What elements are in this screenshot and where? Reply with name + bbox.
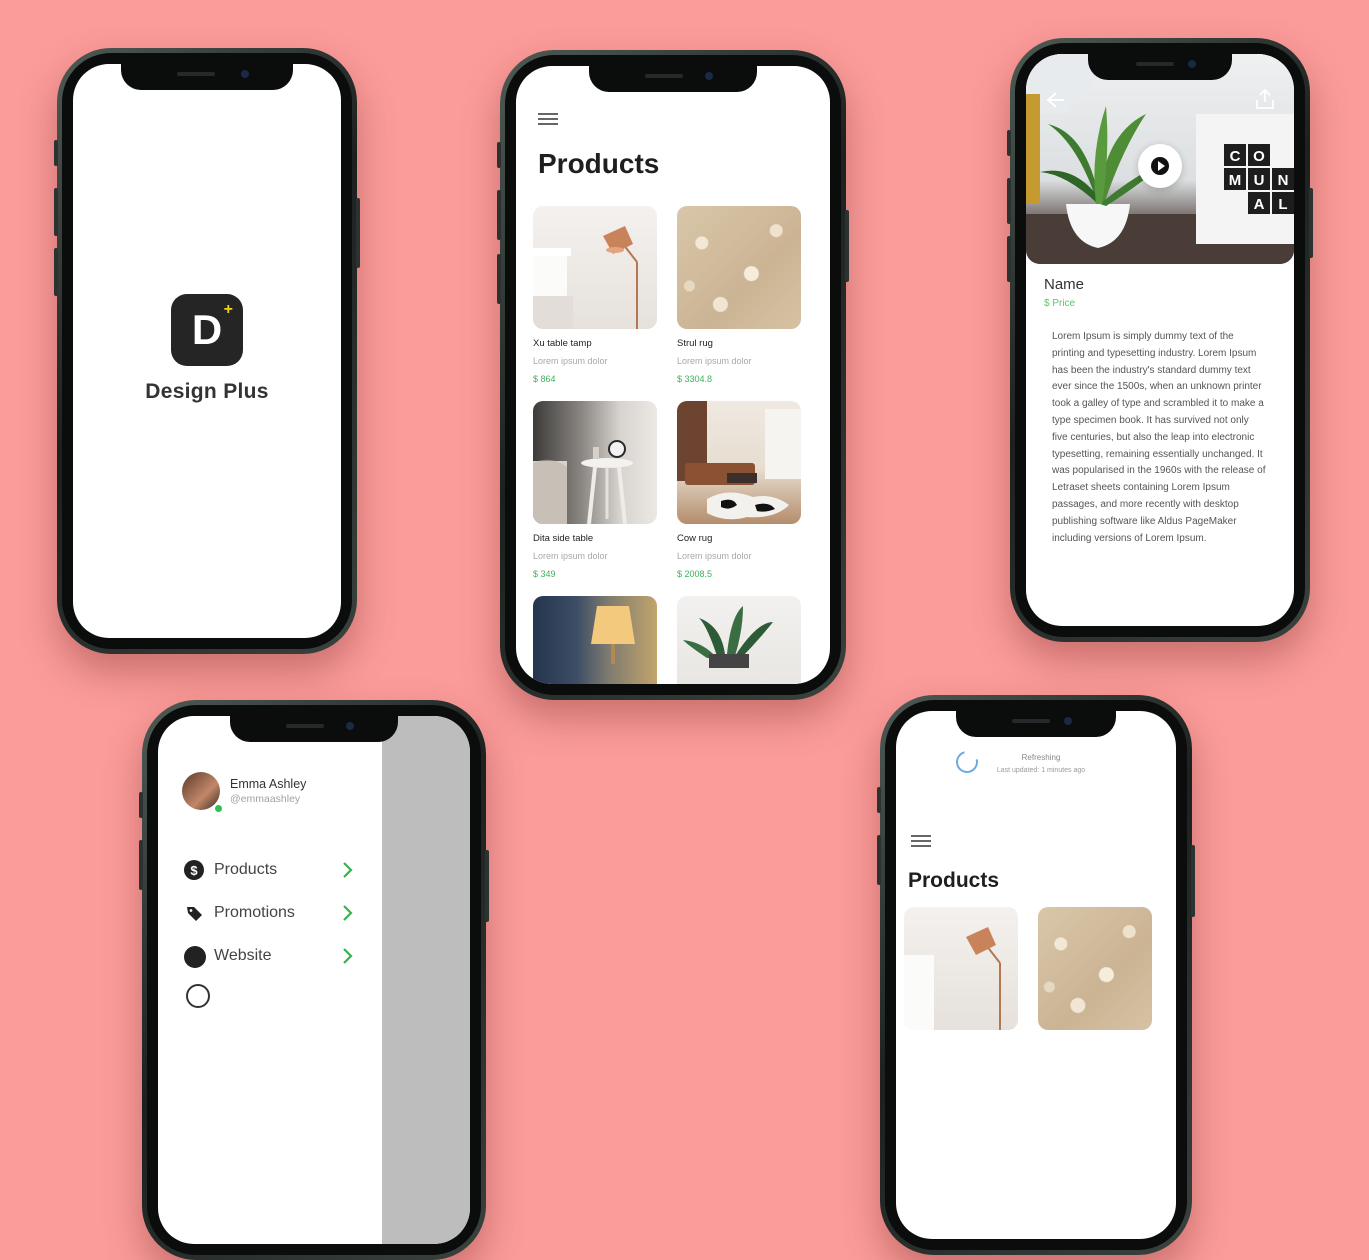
menu-item-icon-partial bbox=[186, 984, 210, 1008]
notch bbox=[1088, 54, 1232, 80]
phone-splash: D + Design Plus bbox=[54, 48, 360, 654]
menu-item-label: Website bbox=[214, 947, 272, 964]
user-name: Emma Ashley bbox=[230, 777, 307, 791]
notch bbox=[956, 711, 1116, 737]
app-name: Design Plus bbox=[145, 380, 269, 403]
product-card[interactable]: Cow rug Lorem ipsum dolor $ 2008.5 bbox=[677, 401, 801, 581]
drawer-screen: Emma Ashley @emmaashley $ Products Promo… bbox=[158, 716, 470, 1244]
last-updated-text: Last updated: 1 minutes ago bbox=[996, 767, 1086, 774]
menu-item-products[interactable]: $ Products bbox=[184, 858, 354, 882]
splash-screen: D + Design Plus bbox=[73, 64, 341, 638]
online-status-dot bbox=[214, 804, 223, 813]
dollar-icon: $ bbox=[184, 860, 204, 880]
menu-icon[interactable] bbox=[538, 113, 558, 125]
product-card[interactable]: Dita side table Lorem ipsum dolor $ 349 bbox=[533, 401, 657, 581]
product-name: Xu table tamp bbox=[533, 338, 592, 349]
product-name: Name bbox=[1044, 276, 1085, 293]
product-name: Strul rug bbox=[677, 338, 713, 349]
product-price: $ Price bbox=[1044, 298, 1076, 309]
svg-text:M: M bbox=[1229, 172, 1242, 189]
phone-drawer: Emma Ashley @emmaashley $ Products Promo… bbox=[139, 700, 489, 1260]
svg-text:U: U bbox=[1254, 172, 1265, 189]
menu-item-label: Promotions bbox=[214, 904, 295, 921]
product-card[interactable] bbox=[533, 596, 657, 684]
svg-text:$: $ bbox=[190, 863, 198, 878]
page-title: Products bbox=[538, 148, 660, 179]
product-name: Dita side table bbox=[533, 533, 594, 544]
product-price: $ 2008.5 bbox=[677, 569, 713, 579]
logo-plus: + bbox=[223, 301, 233, 318]
svg-text:A: A bbox=[1254, 196, 1265, 213]
product-name: Cow rug bbox=[677, 533, 713, 544]
product-card[interactable] bbox=[904, 907, 1028, 1030]
refresh-status: Refreshing bbox=[1021, 753, 1061, 762]
play-icon[interactable] bbox=[1138, 144, 1182, 188]
copper-lamp-image bbox=[533, 206, 657, 329]
product-price: $ 3304.8 bbox=[677, 374, 713, 384]
svg-text:C: C bbox=[1230, 148, 1241, 165]
app-logo: D + bbox=[171, 294, 243, 366]
chevron-right-icon bbox=[342, 946, 354, 971]
menu-item-label: Products bbox=[214, 861, 278, 878]
fluffy-rug-image bbox=[677, 206, 801, 329]
phone-products: Products Xu table tamp Lorem ipsum dolor… bbox=[497, 50, 849, 700]
potted-plant-image bbox=[677, 596, 801, 684]
notch bbox=[230, 716, 398, 742]
products-screen: Products Xu table tamp Lorem ipsum dolor… bbox=[516, 66, 830, 684]
living-room-rug-image bbox=[677, 401, 801, 524]
detail-screen: C O M U N A L Name $ Price Lorem Ipsum i… bbox=[1026, 54, 1294, 626]
phone-refresh: Refreshing Last updated: 1 minutes ago P… bbox=[877, 695, 1195, 1255]
chevron-right-icon bbox=[342, 860, 354, 885]
menu-item-website[interactable]: Website bbox=[184, 944, 354, 968]
product-description: Lorem ipsum dolor bbox=[533, 356, 608, 366]
phone-detail: C O M U N A L Name $ Price Lorem Ipsum i… bbox=[1007, 38, 1313, 642]
product-price: $ 349 bbox=[533, 569, 556, 579]
product-description: Lorem ipsum dolor bbox=[677, 356, 752, 366]
globe-icon bbox=[184, 946, 206, 968]
svg-text:L: L bbox=[1278, 196, 1287, 213]
tag-icon bbox=[184, 903, 204, 923]
product-card[interactable]: Xu table tamp Lorem ipsum dolor $ 864 bbox=[533, 206, 657, 386]
share-icon[interactable] bbox=[1254, 88, 1276, 110]
product-card[interactable] bbox=[1038, 907, 1162, 1030]
chevron-right-icon bbox=[342, 903, 354, 928]
menu-item-promotions[interactable]: Promotions bbox=[184, 901, 354, 925]
product-hero-image: C O M U N A L bbox=[1026, 54, 1294, 264]
product-description: Lorem ipsum dolor bbox=[533, 551, 608, 561]
product-price: $ 864 bbox=[533, 374, 556, 384]
page-title: Products bbox=[908, 869, 1000, 892]
svg-text:O: O bbox=[1253, 148, 1265, 165]
avatar[interactable] bbox=[182, 772, 220, 810]
product-card[interactable] bbox=[677, 596, 801, 684]
user-handle: @emmaashley bbox=[230, 793, 301, 805]
fluffy-rug-image bbox=[1038, 907, 1152, 1030]
side-table-image bbox=[533, 401, 657, 524]
product-description: Lorem ipsum dolor bbox=[677, 551, 752, 561]
svg-text:N: N bbox=[1278, 172, 1289, 189]
product-card[interactable]: Strul rug Lorem ipsum dolor $ 3304.8 bbox=[677, 206, 801, 386]
product-description: Lorem Ipsum is simply dummy text of the … bbox=[1052, 331, 1266, 544]
drawer-overlay[interactable] bbox=[382, 716, 470, 1244]
menu-icon[interactable] bbox=[911, 835, 931, 847]
copper-lamp-image bbox=[904, 907, 1018, 1030]
notch bbox=[121, 64, 293, 90]
back-arrow-icon[interactable] bbox=[1044, 90, 1066, 110]
notch bbox=[589, 66, 757, 92]
table-lamp-image bbox=[533, 596, 657, 684]
refresh-screen: Refreshing Last updated: 1 minutes ago P… bbox=[896, 711, 1176, 1239]
